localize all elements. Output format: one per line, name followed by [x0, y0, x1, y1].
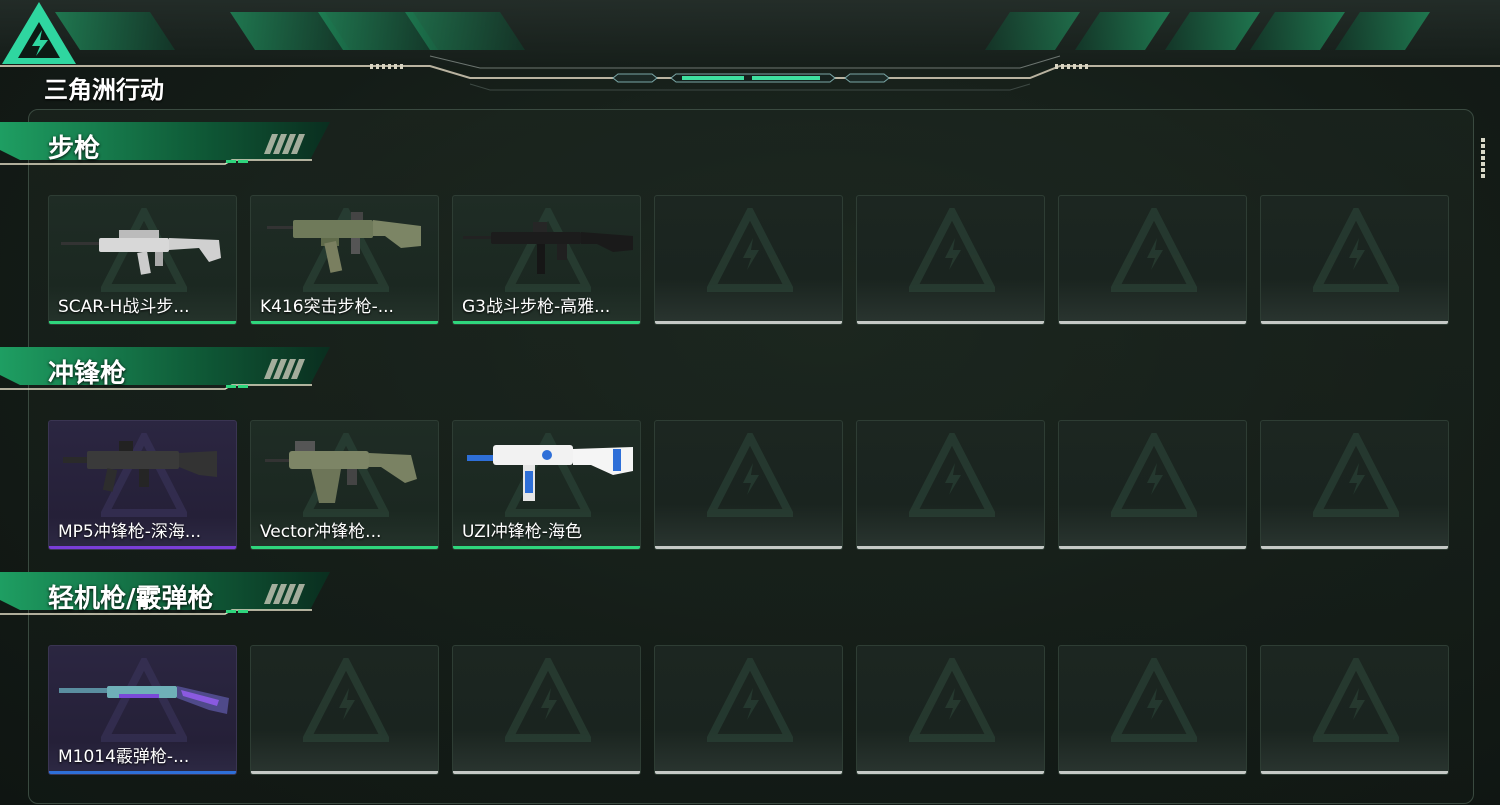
watermark-logo-icon: [1313, 208, 1399, 292]
watermark-logo-icon: [1111, 658, 1197, 742]
empty-bar: [655, 546, 842, 549]
item-card-k416[interactable]: K416突击步枪-...: [250, 195, 439, 325]
logo-text: 三角洲行动: [44, 76, 164, 104]
empty-bar: [1059, 321, 1246, 324]
empty-slot[interactable]: [654, 420, 843, 550]
scar-h-rifle-icon: [61, 230, 221, 275]
empty-bar: [1261, 321, 1448, 324]
scrollbar-handle[interactable]: [1481, 138, 1485, 180]
empty-bar: [655, 321, 842, 324]
item-card-g3[interactable]: G3战斗步枪-高雅...: [452, 195, 641, 325]
item-card-mp5[interactable]: MP5冲锋枪-深海...: [48, 420, 237, 550]
uzi-smg-icon: [467, 445, 633, 501]
rarity-bar: [453, 546, 640, 549]
empty-slot[interactable]: [1260, 420, 1449, 550]
item-label: M1014霰弹枪-...: [58, 747, 190, 767]
item-row-rifle: SCAR-H战斗步... K416突击步枪-... G3战斗步枪-高雅...: [48, 195, 1450, 325]
m1014-shotgun-icon: [59, 686, 229, 714]
g3-rifle-icon: [463, 222, 633, 274]
vector-smg-icon: [265, 441, 417, 503]
empty-slot[interactable]: [250, 645, 439, 775]
watermark-logo-icon: [707, 208, 793, 292]
empty-slot[interactable]: [1058, 645, 1247, 775]
rarity-bar: [49, 546, 236, 549]
empty-slot[interactable]: [654, 645, 843, 775]
category-header-smg: 冲锋枪: [0, 345, 340, 399]
category-header-rifle: 步枪: [0, 120, 340, 174]
watermark-logo-icon: [1111, 208, 1197, 292]
header-decoration: [0, 0, 1500, 91]
empty-slot[interactable]: [1260, 195, 1449, 325]
rarity-bar: [49, 321, 236, 324]
category-title: 冲锋枪: [48, 359, 127, 389]
empty-slot[interactable]: [452, 645, 641, 775]
watermark-logo-icon: [1111, 433, 1197, 517]
item-label: K416突击步枪-...: [260, 297, 394, 317]
category-title: 轻机枪/霰弹枪: [48, 584, 214, 614]
rarity-bar: [251, 321, 438, 324]
empty-bar: [1059, 771, 1246, 774]
item-label: SCAR-H战斗步...: [58, 297, 190, 317]
logo-triangle-icon: [2, 2, 76, 64]
empty-bar: [1059, 546, 1246, 549]
watermark-logo-icon: [909, 208, 995, 292]
item-card-scar-h[interactable]: SCAR-H战斗步...: [48, 195, 237, 325]
empty-slot[interactable]: [654, 195, 843, 325]
empty-slot[interactable]: [856, 645, 1045, 775]
item-label: Vector冲锋枪...: [260, 522, 382, 542]
category-header-lmg-shotgun: 轻机枪/霰弹枪: [0, 570, 340, 624]
empty-bar: [1261, 771, 1448, 774]
top-header: 三角洲行动: [0, 0, 1500, 105]
watermark-logo-icon: [505, 658, 591, 742]
item-card-uzi[interactable]: UZI冲锋枪-海色: [452, 420, 641, 550]
empty-bar: [251, 771, 438, 774]
watermark-logo-icon: [1313, 658, 1399, 742]
watermark-logo-icon: [707, 658, 793, 742]
empty-slot[interactable]: [856, 195, 1045, 325]
watermark-logo-icon: [909, 433, 995, 517]
empty-slot[interactable]: [1058, 195, 1247, 325]
item-row-smg: MP5冲锋枪-深海... Vector冲锋枪... UZI冲锋枪-海色: [48, 420, 1450, 550]
empty-bar: [1261, 546, 1448, 549]
empty-slot[interactable]: [856, 420, 1045, 550]
empty-bar: [655, 771, 842, 774]
rarity-bar: [453, 321, 640, 324]
watermark-logo-icon: [707, 433, 793, 517]
watermark-logo-icon: [303, 658, 389, 742]
rarity-bar: [251, 546, 438, 549]
item-label: MP5冲锋枪-深海...: [58, 522, 202, 542]
rarity-bar: [49, 771, 236, 774]
item-label: UZI冲锋枪-海色: [462, 522, 582, 542]
empty-bar: [857, 321, 1044, 324]
empty-bar: [857, 771, 1044, 774]
item-row-lmg-shotgun: M1014霰弹枪-...: [48, 645, 1450, 775]
empty-bar: [453, 771, 640, 774]
category-title: 步枪: [48, 134, 101, 164]
empty-slot[interactable]: [1260, 645, 1449, 775]
item-label: G3战斗步枪-高雅...: [462, 297, 611, 317]
item-card-m1014[interactable]: M1014霰弹枪-...: [48, 645, 237, 775]
empty-bar: [857, 546, 1044, 549]
watermark-logo-icon: [1313, 433, 1399, 517]
watermark-logo-icon: [909, 658, 995, 742]
empty-slot[interactable]: [1058, 420, 1247, 550]
item-card-vector[interactable]: Vector冲锋枪...: [250, 420, 439, 550]
k416-rifle-icon: [267, 212, 421, 273]
mp5-smg-icon: [63, 441, 217, 492]
